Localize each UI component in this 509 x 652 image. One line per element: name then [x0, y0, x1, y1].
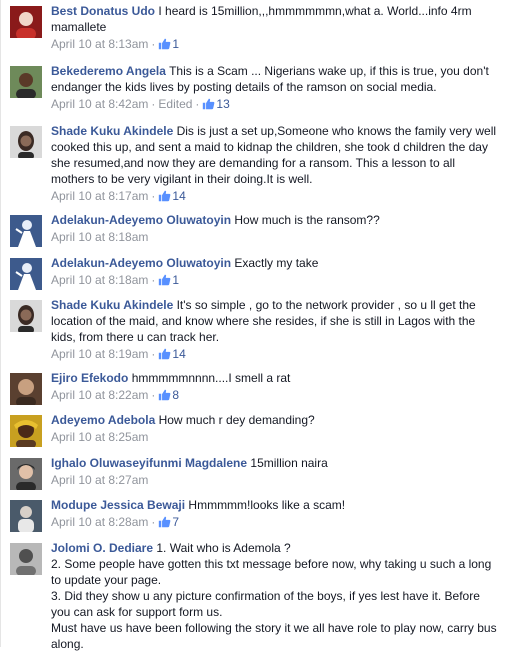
- thumbs-up-icon: [203, 98, 215, 110]
- comment-author-link[interactable]: Adelakun-Adeyemo Oluwatoyin: [51, 213, 231, 227]
- like-count-link[interactable]: 14: [158, 347, 186, 361]
- thumbs-up-icon: [159, 516, 171, 528]
- comment-timestamp[interactable]: April 10 at 8:18am: [51, 273, 148, 287]
- avatar[interactable]: [10, 215, 42, 247]
- avatar[interactable]: [10, 6, 42, 38]
- comment-thread: Best Donatus Udo I heard is 15million,,,…: [0, 0, 509, 651]
- edited-label[interactable]: Edited: [158, 97, 192, 111]
- avatar[interactable]: [10, 543, 42, 575]
- comment-meta: April 10 at 8:42am · Edited · 13: [51, 97, 230, 111]
- like-count-link[interactable]: 1: [158, 273, 179, 287]
- comment-text: 15million naira: [250, 456, 328, 470]
- thumbs-up-icon: [159, 38, 171, 50]
- comment-timestamp[interactable]: April 10 at 8:42am: [51, 97, 148, 111]
- comment-meta: April 10 at 8:19am · 14: [51, 347, 186, 361]
- comment-author-link[interactable]: Adeyemo Adebola: [51, 413, 155, 427]
- comment-meta: April 10 at 8:25am: [51, 429, 500, 445]
- comment-meta: April 10 at 8:18am: [51, 229, 500, 245]
- comment-meta: April 10 at 8:22am · 8: [51, 388, 180, 402]
- avatar[interactable]: [10, 373, 42, 405]
- avatar[interactable]: [10, 66, 42, 98]
- avatar[interactable]: [10, 458, 42, 490]
- comment-author-link[interactable]: Adelakun-Adeyemo Oluwatoyin: [51, 256, 231, 270]
- like-count-link[interactable]: 13: [202, 97, 230, 111]
- comment-author-link[interactable]: Shade Kuku Akindele: [51, 298, 173, 312]
- like-count-link[interactable]: 1: [158, 37, 179, 51]
- comment-timestamp[interactable]: April 10 at 8:27am: [51, 473, 148, 487]
- comment-author-link[interactable]: Best Donatus Udo: [51, 4, 155, 18]
- comment-author-link[interactable]: Jolomi O. Dediare: [51, 541, 153, 555]
- like-count-link[interactable]: 14: [158, 189, 186, 203]
- comment-timestamp[interactable]: April 10 at 8:28am: [51, 515, 148, 529]
- avatar[interactable]: [10, 500, 42, 532]
- comment-author-link[interactable]: Modupe Jessica Bewaji: [51, 498, 185, 512]
- avatar[interactable]: [10, 300, 42, 332]
- comment-text: Hmmmmm!looks like a scam!: [188, 498, 346, 512]
- comment-text: hmmmmmnnnn....I smell a rat: [131, 371, 291, 385]
- comment-meta: April 10 at 8:18am · 1: [51, 273, 180, 287]
- comment-timestamp[interactable]: April 10 at 8:13am: [51, 37, 148, 51]
- comment-text: Exactly my take: [234, 256, 319, 270]
- comment-timestamp[interactable]: April 10 at 8:17am: [51, 189, 148, 203]
- avatar[interactable]: [10, 258, 42, 290]
- comment-timestamp[interactable]: April 10 at 8:19am: [51, 347, 148, 361]
- comment-meta: April 10 at 8:17am · 14: [51, 189, 186, 203]
- thumbs-up-icon: [159, 348, 171, 360]
- comment-text: 1. Wait who is Ademola ?: [156, 541, 291, 555]
- avatar[interactable]: [10, 415, 42, 447]
- comment-text-line: 2. Some people have gotten this txt mess…: [51, 557, 492, 587]
- comment-meta: April 10 at 8:27am: [51, 472, 500, 488]
- comment-author-link[interactable]: Shade Kuku Akindele: [51, 124, 173, 138]
- comment-timestamp[interactable]: April 10 at 8:25am: [51, 430, 148, 444]
- comment-text: How much r dey demanding?: [158, 413, 315, 427]
- comment-text: How much is the ransom??: [234, 213, 380, 227]
- comment-author-link[interactable]: Bekederemo Angela: [51, 64, 166, 78]
- comment-author-link[interactable]: Ighalo Oluwaseyifunmi Magdalene: [51, 456, 247, 470]
- comment-meta: April 10 at 8:28am · 7: [51, 515, 180, 529]
- comment-timestamp[interactable]: April 10 at 8:18am: [51, 230, 148, 244]
- comment-author-link[interactable]: Ejiro Efekodo: [51, 371, 128, 385]
- comment-text-line: Must have us have been following the sto…: [51, 621, 497, 651]
- thumbs-up-icon: [159, 190, 171, 202]
- avatar[interactable]: [10, 126, 42, 158]
- comment-meta: April 10 at 8:13am · 1: [51, 37, 180, 51]
- like-count-link[interactable]: 8: [158, 388, 179, 402]
- like-count-link[interactable]: 7: [158, 515, 179, 529]
- thumbs-up-icon: [159, 389, 171, 401]
- comment-timestamp[interactable]: April 10 at 8:22am: [51, 388, 148, 402]
- thumbs-up-icon: [159, 274, 171, 286]
- comment-text-line: 3. Did they show u any picture confirmat…: [51, 589, 480, 619]
